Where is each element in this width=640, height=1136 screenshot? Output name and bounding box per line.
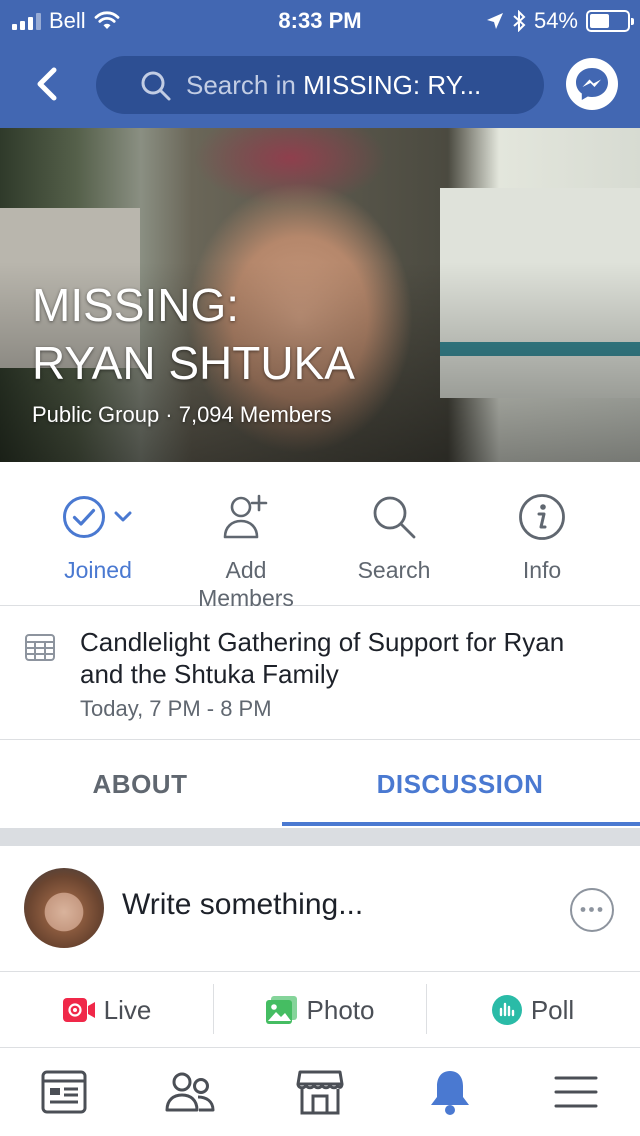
- marketplace-icon: [296, 1070, 344, 1115]
- group-cover-photo[interactable]: MISSING: RYAN SHTUKA Public Group · 7,09…: [0, 128, 640, 462]
- search-icon: [141, 71, 171, 101]
- info-label: Info: [522, 557, 562, 583]
- poll-icon: [491, 995, 522, 1025]
- menu-icon: [554, 1076, 598, 1108]
- messenger-button[interactable]: [566, 58, 618, 110]
- groups-icon: [165, 1072, 215, 1112]
- live-label: Live: [103, 994, 152, 1025]
- active-tab-indicator: [282, 822, 640, 826]
- post-type-bar: Live Photo Poll: [0, 972, 640, 1048]
- tab-marketplace[interactable]: [290, 1066, 350, 1118]
- info-button[interactable]: Info: [472, 490, 612, 584]
- messenger-icon: [576, 68, 608, 100]
- search-label: Search: [357, 557, 431, 583]
- group-title: MISSING: RYAN SHTUKA: [32, 279, 355, 389]
- avatar[interactable]: [24, 868, 104, 948]
- notifications-icon: [431, 1071, 469, 1115]
- chevron-left-icon: [37, 67, 57, 101]
- upcoming-event[interactable]: Candlelight Gathering of Support for Rya…: [0, 606, 640, 740]
- battery-percent: 54%: [533, 8, 578, 33]
- battery-icon: [586, 10, 634, 32]
- chevron-down-icon: [114, 511, 132, 522]
- write-something-input[interactable]: Write something...: [122, 888, 363, 922]
- back-button[interactable]: [28, 62, 68, 106]
- info-icon: [519, 494, 565, 540]
- poll-label: Poll: [530, 994, 575, 1025]
- photo-button[interactable]: Photo: [213, 972, 426, 1048]
- group-tabs: ABOUT DISCUSSION: [0, 740, 640, 828]
- news-feed-icon: [41, 1070, 87, 1114]
- post-composer: Write something...: [0, 846, 640, 972]
- add-members-label: Add Members: [198, 557, 294, 611]
- tab-news-feed[interactable]: [34, 1066, 94, 1118]
- section-divider: [0, 828, 640, 846]
- live-video-icon: [62, 998, 95, 1022]
- status-bar: Bell 8:33 PM 54%: [0, 0, 640, 40]
- top-nav-bar: Search in MISSING: RY...: [0, 40, 640, 128]
- add-person-icon: [223, 494, 268, 539]
- live-button[interactable]: Live: [0, 972, 213, 1048]
- tab-menu[interactable]: [546, 1066, 606, 1118]
- bluetooth-icon: [513, 10, 526, 32]
- group-meta[interactable]: Public Group · 7,094 Members: [32, 402, 332, 428]
- search-group-button[interactable]: Search: [324, 490, 464, 584]
- photo-label: Photo: [306, 994, 375, 1025]
- joined-label: Joined: [64, 557, 132, 583]
- add-members-button[interactable]: Add Members: [176, 490, 316, 612]
- joined-button[interactable]: Joined: [28, 490, 168, 584]
- check-circle-icon: [63, 496, 105, 538]
- group-actions: Joined Add Members Search Info: [0, 462, 640, 611]
- search-icon: [373, 496, 416, 539]
- more-options-button[interactable]: [570, 888, 614, 932]
- poll-button[interactable]: Poll: [426, 972, 639, 1048]
- search-scope: MISSING: RY...: [303, 69, 482, 100]
- tab-about[interactable]: ABOUT: [0, 740, 280, 828]
- calendar-icon: [25, 634, 55, 661]
- bottom-tab-bar: [0, 1048, 640, 1136]
- event-title: Candlelight Gathering of Support for Rya…: [80, 627, 565, 689]
- tab-groups[interactable]: [160, 1066, 220, 1118]
- tab-discussion[interactable]: DISCUSSION: [320, 740, 600, 828]
- search-placeholder: Search in MISSING: RY...: [186, 69, 482, 100]
- more-dots-icon: [580, 907, 603, 912]
- photo-icon: [265, 996, 297, 1024]
- group-search-input[interactable]: Search in MISSING: RY...: [96, 56, 544, 114]
- location-icon: [486, 13, 503, 29]
- tab-notifications[interactable]: [420, 1066, 480, 1118]
- event-time: Today, 7 PM - 8 PM: [80, 696, 272, 721]
